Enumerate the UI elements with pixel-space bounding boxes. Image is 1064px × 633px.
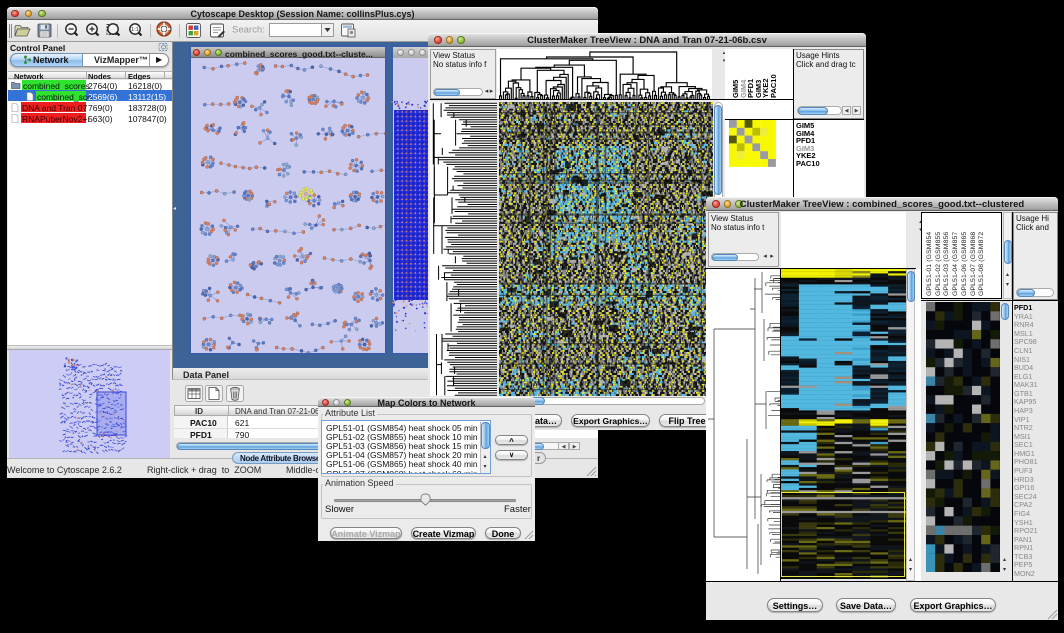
svg-text:1:1: 1:1 [131,27,139,33]
svg-text:Search:: Search: [232,25,265,36]
